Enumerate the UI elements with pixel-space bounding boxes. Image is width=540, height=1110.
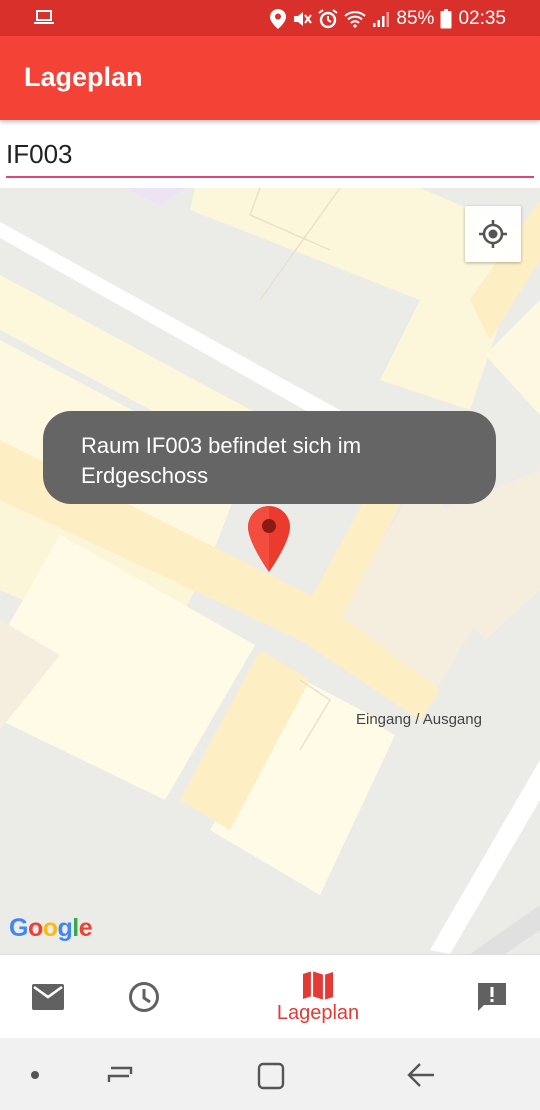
clock-icon [129, 982, 159, 1012]
system-navigation-bar [0, 1038, 540, 1110]
nav-item-lageplan[interactable]: Lageplan [258, 955, 378, 1039]
alarm-icon [318, 9, 339, 29]
nav-item-feedback[interactable] [462, 955, 522, 1039]
location-icon [270, 9, 287, 29]
page-title: Lageplan [24, 62, 143, 92]
battery-percent: 85% [396, 8, 435, 29]
clock-time: 02:35 [458, 8, 506, 29]
room-search-input[interactable] [6, 132, 534, 178]
nav-label-lageplan: Lageplan [276, 1001, 360, 1024]
battery-icon [440, 9, 452, 29]
laptop-icon [34, 10, 54, 24]
mute-icon [294, 12, 313, 26]
wifi-icon [344, 11, 367, 28]
app-bar: Lageplan [0, 36, 540, 120]
room-location-toast: Raum IF003 befindet sich im Erdgeschoss [43, 411, 496, 504]
home-icon[interactable] [257, 1062, 285, 1090]
status-bar: 85% 02:35 [0, 0, 540, 36]
bottom-navigation: Lageplan [0, 954, 540, 1039]
crosshair-icon [479, 220, 507, 248]
google-logo: Google [9, 914, 93, 942]
mail-icon [32, 984, 64, 1010]
feedback-icon [478, 983, 506, 1011]
map-view[interactable]: Raum IF003 befindet sich im Erdgeschoss … [0, 188, 540, 954]
nav-item-history[interactable] [112, 955, 176, 1039]
recent-apps-icon[interactable] [105, 1062, 135, 1088]
signal-icon [373, 12, 390, 27]
back-icon[interactable] [406, 1062, 436, 1088]
map-label-entrance: Eingang / Ausgang [356, 711, 482, 728]
map-marker-icon[interactable] [248, 506, 290, 572]
my-location-button[interactable] [465, 206, 521, 262]
nav-item-mail[interactable] [18, 955, 78, 1039]
dot-indicator-icon [31, 1071, 39, 1079]
search-bar [0, 120, 540, 188]
map-icon [303, 970, 333, 1000]
toast-message: Raum IF003 befindet sich im Erdgeschoss [81, 433, 362, 488]
